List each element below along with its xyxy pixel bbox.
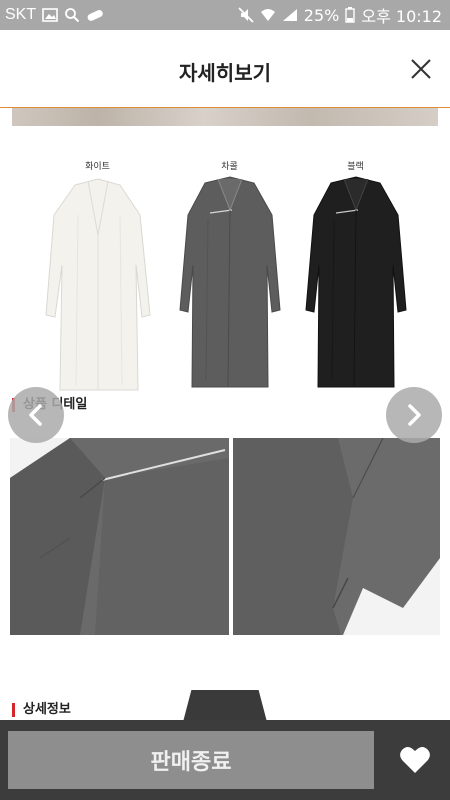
- heart-icon: [400, 747, 430, 773]
- mute-icon: [238, 7, 254, 23]
- search-icon: [64, 7, 80, 23]
- status-bar-left: SKT: [5, 6, 104, 24]
- status-bar-right: 25% 오후 10:12: [238, 3, 442, 27]
- cardigan-image: [45, 178, 151, 391]
- detail-content[interactable]: 화이트 차콜 블랙 디테일 상세정보: [0, 108, 450, 720]
- color-label: 차콜: [221, 162, 238, 172]
- sold-out-button[interactable]: 판매종료: [8, 731, 374, 789]
- carrier-label: SKT: [5, 6, 37, 23]
- battery-percent: 25%: [303, 5, 340, 25]
- gallery-icon: [42, 8, 58, 22]
- product-photo-strip: [12, 108, 438, 126]
- next-image-button[interactable]: [386, 387, 442, 443]
- pill-icon: [86, 9, 104, 21]
- app-header: 자세히보기: [0, 30, 450, 108]
- status-bar: SKT 25% 오후 10:12: [0, 0, 450, 30]
- wifi-icon: [260, 8, 276, 22]
- bottom-bar-toggle-tab[interactable]: [183, 690, 267, 722]
- section-title-detail-info: 상세정보: [12, 703, 71, 717]
- previous-image-button[interactable]: [8, 387, 64, 443]
- color-option-charcoal: 차콜: [172, 153, 287, 398]
- chevron-right-icon: [408, 404, 421, 426]
- color-label: 블랙: [347, 162, 364, 172]
- color-label: 화이트: [85, 162, 110, 172]
- close-icon: [411, 59, 431, 79]
- detail-photo-collar: [10, 438, 229, 635]
- cardigan-image: [305, 176, 407, 388]
- fabric-closeup-image: [233, 438, 440, 635]
- color-option-white: 화이트: [40, 153, 155, 398]
- close-button[interactable]: [406, 54, 436, 84]
- signal-icon: [282, 8, 298, 22]
- clock: 오후 10:12: [361, 7, 442, 26]
- bottom-action-bar: 판매종료: [0, 720, 450, 800]
- color-option-black: 블랙: [298, 153, 413, 398]
- wishlist-button[interactable]: [386, 731, 444, 789]
- battery-icon: [345, 7, 356, 23]
- color-options: 화이트 차콜 블랙: [40, 153, 420, 403]
- page-title: 자세히보기: [179, 61, 271, 85]
- detail-photo-hem: [233, 438, 440, 635]
- chevron-left-icon: [29, 404, 42, 426]
- cardigan-image: [179, 176, 281, 388]
- fabric-closeup-image: [10, 438, 229, 635]
